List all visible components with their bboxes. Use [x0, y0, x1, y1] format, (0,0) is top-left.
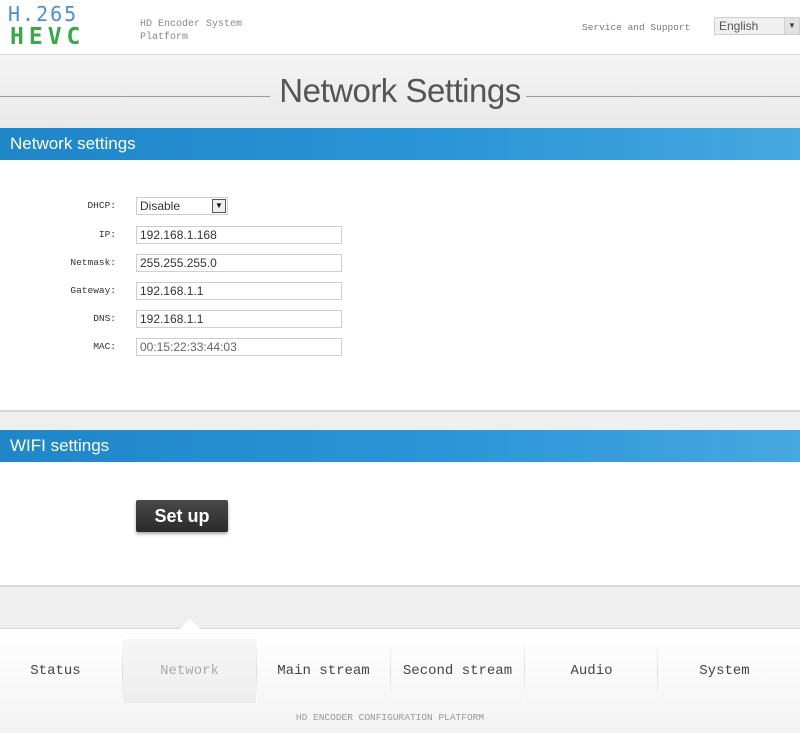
bottom-nav: Status Network Main stream Second stream… [0, 619, 800, 733]
nav-second-stream[interactable]: Second stream [391, 639, 524, 703]
mac-label: MAC: [93, 341, 116, 352]
language-value: English [719, 19, 759, 33]
chevron-down-icon: ▼ [212, 199, 226, 213]
logo-h265: H.265 [8, 2, 79, 26]
nav-network[interactable]: Network [123, 639, 256, 703]
network-settings-header: Network settings [0, 128, 800, 166]
netmask-row: Netmask: 255.255.255.0 [0, 253, 400, 273]
mac-row: MAC: 00:15:22:33:44:03 [0, 337, 400, 357]
logo-hevc: HEVC [10, 24, 86, 50]
dns-field[interactable]: 192.168.1.1 [136, 310, 342, 328]
dns-label: DNS: [93, 313, 116, 324]
footer-text: HD ENCODER CONFIGURATION PLATFORM [295, 712, 485, 723]
mac-field: 00:15:22:33:44:03 [136, 338, 342, 356]
nav-system[interactable]: System [658, 639, 791, 703]
nav-audio[interactable]: Audio [525, 639, 658, 703]
title-rule-left [0, 96, 270, 97]
gateway-row: Gateway: 192.168.1.1 [0, 281, 400, 301]
gateway-field[interactable]: 192.168.1.1 [136, 282, 342, 300]
dhcp-value: Disable [140, 199, 181, 213]
header: H.265 HEVC HD Encoder System Platform Se… [0, 0, 800, 55]
nav-main-stream[interactable]: Main stream [257, 639, 390, 703]
wifi-settings-panel: Set up [0, 462, 800, 587]
title-rule-right [526, 96, 800, 97]
service-support-link[interactable]: Service and Support [582, 22, 690, 33]
network-settings-panel: DHCP: Disable ▼ IP: 192.168.1.168 Netmas… [0, 160, 800, 412]
system-name: HD Encoder System Platform [140, 19, 243, 43]
dhcp-row: DHCP: Disable ▼ [0, 196, 400, 216]
nav-status[interactable]: Status [0, 639, 122, 703]
ip-label: IP: [98, 229, 116, 240]
wifi-settings-header: WIFI settings [0, 430, 800, 468]
page-title: Network Settings [279, 72, 521, 109]
ip-field[interactable]: 192.168.1.168 [136, 226, 342, 244]
language-select[interactable]: English ▼ [714, 17, 800, 35]
setup-button[interactable]: Set up [136, 500, 228, 532]
dhcp-select[interactable]: Disable ▼ [136, 197, 228, 215]
network-settings-title: Network settings [10, 134, 136, 153]
active-caret-icon [180, 619, 200, 629]
netmask-label: Netmask: [70, 257, 116, 268]
gateway-label: Gateway: [70, 285, 116, 296]
wifi-settings-title: WIFI settings [10, 436, 110, 455]
netmask-field[interactable]: 255.255.255.0 [136, 254, 342, 272]
dns-row: DNS: 192.168.1.1 [0, 309, 400, 329]
chevron-down-icon: ▼ [784, 18, 799, 34]
title-band: Network Settings [0, 55, 800, 128]
ip-row: IP: 192.168.1.168 [0, 225, 400, 245]
dhcp-label: DHCP: [87, 200, 116, 211]
